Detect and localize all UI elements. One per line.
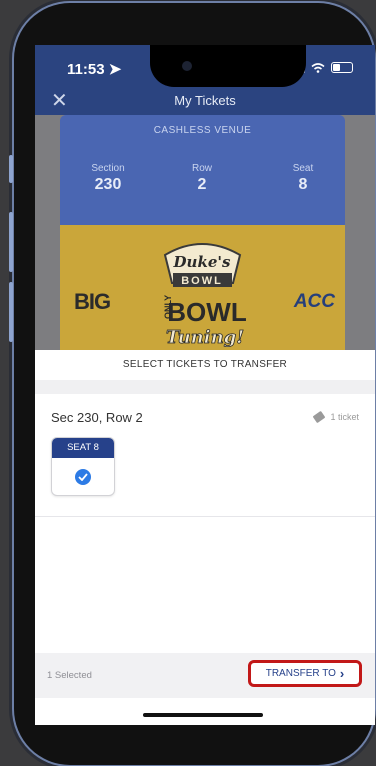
sheet-title: SELECT TICKETS TO TRANSFER (122, 359, 288, 370)
home-indicator[interactable] (143, 713, 263, 717)
selected-count: 1 Selected (47, 670, 92, 681)
side-button-volume-down (9, 282, 13, 342)
venue-label: CASHLESS VENUE (153, 125, 252, 136)
seat-label: Seat (292, 163, 314, 174)
acc-logo: ACC (293, 291, 335, 312)
ticket-tag-icon (313, 410, 326, 424)
svg-text:BOWL: BOWL (167, 297, 247, 327)
transfer-to-button[interactable]: TRANSFER TO › (248, 660, 362, 687)
promo-banner: BIG ACC Duke's BOWL ONLY BOWL Tuning! (60, 225, 345, 350)
page-title: My Tickets (174, 93, 236, 108)
transfer-footer: 1 Selected TRANSFER TO › (35, 653, 375, 698)
status-time: 11:53 ➤ (67, 61, 122, 78)
ticket-count: 1 ticket (313, 410, 359, 424)
wifi-icon (311, 62, 325, 73)
ticket-count-label: 1 ticket (330, 412, 359, 422)
seat-column: Seat 8 (273, 163, 333, 194)
location-arrow-icon: ➤ (108, 61, 122, 78)
section-column: Section 230 (78, 163, 138, 194)
big-ten-logo: BIG (74, 289, 111, 314)
seat-value: 8 (298, 176, 308, 193)
ticket-card: CASHLESS VENUE Section 230 Row 2 Seat 8 … (60, 115, 345, 350)
notch (150, 45, 306, 87)
side-button-volume-up (9, 212, 13, 272)
seat-select-card[interactable]: SEAT 8 (51, 437, 115, 496)
side-button-top (9, 155, 13, 183)
chevron-right-icon: › (339, 666, 345, 681)
row-label: Row (191, 163, 212, 174)
row-column: Row 2 (172, 163, 232, 194)
seat-card-label: SEAT 8 (52, 438, 114, 458)
section-row-header: Sec 230, Row 2 1 ticket (51, 410, 359, 430)
separator (35, 516, 375, 517)
app-header: ✕ My Tickets (35, 90, 375, 115)
section-label: Section (91, 163, 125, 174)
dukes-bowl-logo: Duke's BOWL ONLY BOWL Tuning! (163, 243, 247, 347)
svg-text:Duke's: Duke's (173, 253, 231, 271)
checkmark-icon[interactable] (75, 469, 91, 485)
divider (35, 380, 375, 394)
battery-icon (331, 62, 353, 73)
screen: 11:53 ➤ ✕ My Tickets CASHLESS VENUE Sect… (35, 45, 375, 725)
transfer-to-label: TRANSFER TO (265, 668, 336, 679)
row-value: 2 (197, 176, 207, 193)
section-value: 230 (94, 176, 122, 193)
svg-text:BOWL: BOWL (181, 275, 223, 287)
svg-text:Tuning!: Tuning! (166, 327, 244, 347)
section-row-label: Sec 230, Row 2 (51, 410, 143, 425)
